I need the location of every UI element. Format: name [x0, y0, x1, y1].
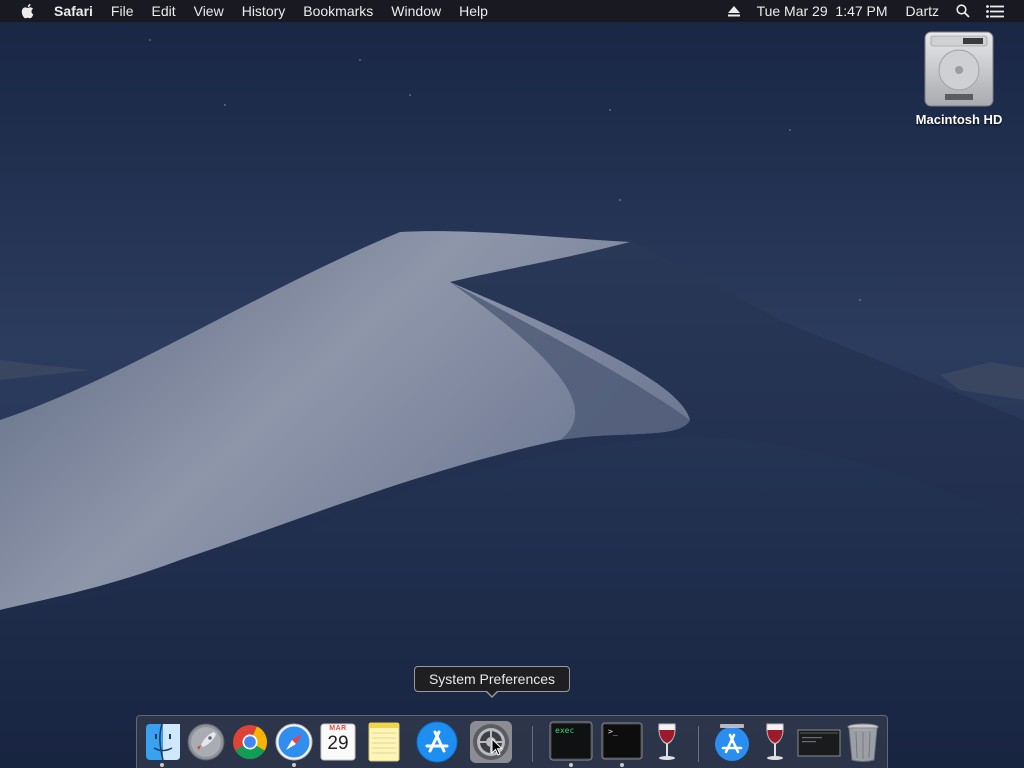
dock-item-launchpad[interactable]: [184, 720, 228, 764]
menu-history[interactable]: History: [233, 0, 295, 22]
menu-edit[interactable]: Edit: [142, 0, 184, 22]
notes-icon: [368, 722, 400, 762]
mouse-cursor-icon: [491, 738, 503, 756]
notification-center-icon[interactable]: [978, 0, 1012, 22]
tooltip-arrow: [485, 690, 499, 698]
dock-item-app-store[interactable]: [415, 720, 459, 764]
terminal-prompt-label: >_: [608, 727, 618, 736]
menu-clock[interactable]: Tue Mar 29 1:47 PM: [748, 0, 897, 22]
menu-user[interactable]: Dartz: [897, 0, 948, 22]
calendar-day: 29: [327, 733, 349, 754]
dock-item-calendar[interactable]: MAR 29: [316, 720, 360, 764]
dock-item-wine[interactable]: [645, 720, 689, 764]
running-indicator: [620, 763, 624, 767]
calendar-month: MAR: [329, 725, 347, 732]
dock-tooltip: System Preferences: [414, 666, 570, 698]
menu-help[interactable]: Help: [450, 0, 497, 22]
macintosh-hd-desktop-icon[interactable]: Macintosh HD: [904, 30, 1014, 145]
hard-drive-icon: [924, 31, 994, 107]
dock-item-wine-2[interactable]: [753, 720, 797, 764]
macintosh-hd-label: Macintosh HD: [915, 112, 1003, 127]
menu-file[interactable]: File: [102, 0, 143, 22]
safari-icon: [275, 723, 313, 761]
dock-item-safari[interactable]: [272, 720, 316, 764]
exec-label: exec: [555, 726, 575, 735]
menu-window[interactable]: Window: [382, 0, 450, 22]
running-indicator: [160, 763, 164, 767]
dock-item-window-thumbnail[interactable]: [797, 720, 841, 764]
menu-bookmarks[interactable]: Bookmarks: [294, 0, 382, 22]
eject-icon[interactable]: [720, 0, 748, 22]
desktop-wallpaper: [0, 0, 1024, 768]
menu-view[interactable]: View: [185, 0, 233, 22]
dock-item-notes[interactable]: [361, 720, 405, 764]
spotlight-search-icon[interactable]: [948, 0, 978, 22]
menu-app-name[interactable]: Safari: [52, 0, 102, 22]
wine-icon: [658, 723, 676, 760]
apple-menu-icon[interactable]: [20, 0, 36, 22]
launchpad-icon: [187, 723, 225, 761]
dock-tooltip-text: System Preferences: [428, 671, 556, 687]
dock-item-terminal[interactable]: >_: [600, 720, 644, 764]
wine-icon: [766, 723, 784, 760]
window-thumbnail-icon: [797, 729, 841, 757]
trash-icon: [847, 723, 879, 762]
dock-separator: [698, 726, 699, 762]
dock-item-finder[interactable]: [141, 720, 185, 764]
dock: MAR 29 exec >_: [136, 715, 888, 768]
menu-bar: Safari File Edit View History Bookmarks …: [0, 0, 1024, 22]
running-indicator: [292, 763, 296, 767]
finder-icon: [146, 723, 180, 761]
terminal-icon: [601, 722, 643, 760]
app-store-icon: [416, 721, 458, 763]
running-indicator: [569, 763, 573, 767]
chrome-icon: [233, 725, 267, 759]
app-store-folder-icon: [715, 724, 749, 761]
dock-item-exec[interactable]: exec: [549, 720, 593, 764]
dock-separator: [532, 726, 533, 762]
dock-item-app-store-folder[interactable]: [710, 720, 754, 764]
dock-item-trash[interactable]: [841, 720, 885, 764]
dock-item-chrome[interactable]: [228, 720, 272, 764]
